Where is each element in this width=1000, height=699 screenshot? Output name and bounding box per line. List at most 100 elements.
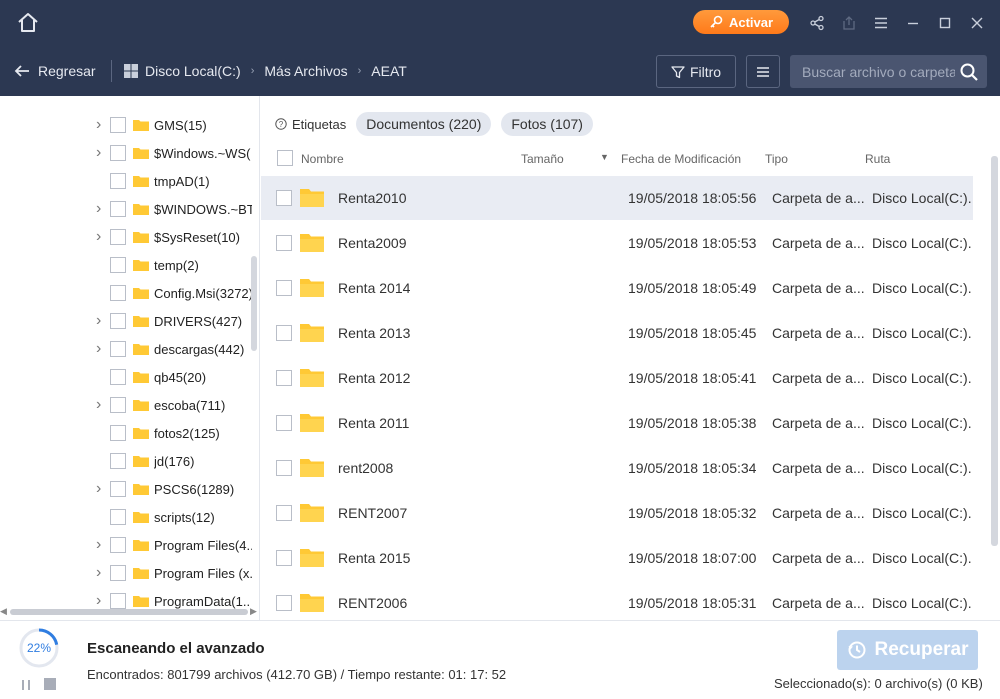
table-row[interactable]: Renta2010 19/05/2018 18:05:56 Carpeta de a… xyxy=(261,176,973,220)
tree-item[interactable]: › $Windows.~WS( xyxy=(0,139,252,167)
tree-horizontal-scrollbar[interactable] xyxy=(10,609,248,615)
sort-desc-icon[interactable]: ▼ xyxy=(600,152,609,162)
column-name[interactable]: Nombre xyxy=(301,152,344,166)
breadcrumb-item-aeat[interactable]: AEAT xyxy=(371,63,407,79)
expand-arrow-icon[interactable]: › xyxy=(96,200,106,218)
tree-item[interactable]: › Program Files (x.. xyxy=(0,559,252,587)
table-row[interactable]: Renta 2014 19/05/2018 18:05:49 Carpeta de … xyxy=(261,266,973,310)
tree-item-checkbox[interactable] xyxy=(110,397,126,413)
tree-item-checkbox[interactable] xyxy=(110,509,126,525)
tree-item-checkbox[interactable] xyxy=(110,201,126,217)
tree-item-checkbox[interactable] xyxy=(110,425,126,441)
home-icon[interactable] xyxy=(14,10,42,36)
scroll-left-arrow-icon[interactable]: ◀ xyxy=(0,606,7,617)
pause-icon[interactable] xyxy=(20,678,32,690)
column-path[interactable]: Ruta xyxy=(865,152,890,166)
table-row[interactable]: Renta2009 19/05/2018 18:05:53 Carpeta de a… xyxy=(261,221,973,265)
tree-item-checkbox[interactable] xyxy=(110,145,126,161)
menu-icon[interactable] xyxy=(870,12,892,34)
tree-item[interactable]: › descargas(442) xyxy=(0,335,252,363)
tree-item-checkbox[interactable] xyxy=(110,173,126,189)
search-input[interactable] xyxy=(790,55,955,88)
row-checkbox[interactable] xyxy=(276,460,292,476)
tree-item-checkbox[interactable] xyxy=(110,593,126,609)
expand-arrow-icon[interactable]: › xyxy=(96,564,106,582)
table-row[interactable]: Renta 2012 19/05/2018 18:05:41 Carpeta de … xyxy=(261,356,973,400)
table-row[interactable]: RENT2006 19/05/2018 18:05:31 Carpeta de a.… xyxy=(261,581,973,625)
expand-arrow-icon[interactable]: › xyxy=(96,340,106,358)
tree-item-checkbox[interactable] xyxy=(110,341,126,357)
tree-item-checkbox[interactable] xyxy=(110,257,126,273)
tree-item[interactable]: tmpAD(1) xyxy=(0,167,252,195)
column-date[interactable]: Fecha de Modificación xyxy=(621,152,741,166)
tree-item-checkbox[interactable] xyxy=(110,313,126,329)
expand-arrow-icon[interactable]: › xyxy=(96,144,106,162)
expand-arrow-icon[interactable]: › xyxy=(96,536,106,554)
tree-vertical-scrollbar[interactable] xyxy=(251,256,257,351)
row-checkbox[interactable] xyxy=(276,550,292,566)
tree-item-checkbox[interactable] xyxy=(110,229,126,245)
table-row[interactable]: rent2008 19/05/2018 18:05:34 Carpeta de a.… xyxy=(261,446,973,490)
select-all-checkbox[interactable] xyxy=(277,150,293,166)
table-row[interactable]: Renta 2015 19/05/2018 18:07:00 Carpeta de … xyxy=(261,536,973,580)
row-checkbox[interactable] xyxy=(276,235,292,251)
row-checkbox[interactable] xyxy=(276,370,292,386)
file-list-scrollbar[interactable] xyxy=(991,156,998,546)
stop-icon[interactable] xyxy=(44,678,56,690)
expand-arrow-icon[interactable]: › xyxy=(96,312,106,330)
close-icon[interactable] xyxy=(966,12,988,34)
minimize-icon[interactable] xyxy=(902,12,924,34)
tree-item-checkbox[interactable] xyxy=(110,481,126,497)
expand-arrow-icon[interactable]: › xyxy=(96,116,106,134)
tree-item[interactable]: › GMS(15) xyxy=(0,111,252,139)
table-row[interactable]: Renta 2013 19/05/2018 18:05:45 Carpeta de … xyxy=(261,311,973,355)
row-checkbox[interactable] xyxy=(276,190,292,206)
table-row[interactable]: RENT2007 19/05/2018 18:05:32 Carpeta de a.… xyxy=(261,491,973,535)
export-icon[interactable] xyxy=(838,12,860,34)
tree-item[interactable]: › $WINDOWS.~BT xyxy=(0,195,252,223)
tree-item[interactable]: qb45(20) xyxy=(0,363,252,391)
tree-item-checkbox[interactable] xyxy=(110,369,126,385)
tag-documents-button[interactable]: Documentos (220) xyxy=(356,112,492,136)
row-type: Carpeta de a... xyxy=(772,190,864,206)
tree-item-checkbox[interactable] xyxy=(110,117,126,133)
expand-arrow-icon[interactable]: › xyxy=(96,480,106,498)
tree-item[interactable]: › escoba(711) xyxy=(0,391,252,419)
view-menu-button[interactable] xyxy=(746,55,780,88)
column-size[interactable]: Tamaño xyxy=(521,152,564,166)
tree-item-checkbox[interactable] xyxy=(110,285,126,301)
tree-item[interactable]: Config.Msi(3272) xyxy=(0,279,252,307)
table-row[interactable]: Renta 2011 19/05/2018 18:05:38 Carpeta de … xyxy=(261,401,973,445)
tag-photos-button[interactable]: Fotos (107) xyxy=(501,112,593,136)
tree-item[interactable]: › DRIVERS(427) xyxy=(0,307,252,335)
expand-arrow-icon[interactable]: › xyxy=(96,228,106,246)
search-icon[interactable] xyxy=(959,62,979,82)
row-checkbox[interactable] xyxy=(276,415,292,431)
activate-button[interactable]: Activar xyxy=(693,10,789,34)
tree-item-checkbox[interactable] xyxy=(110,453,126,469)
share-icon[interactable] xyxy=(806,12,828,34)
breadcrumb-item-more-files[interactable]: Más Archivos xyxy=(264,63,347,79)
tree-item[interactable]: jd(176) xyxy=(0,447,252,475)
breadcrumb-item-drive[interactable]: Disco Local(C:) xyxy=(145,63,241,79)
row-checkbox[interactable] xyxy=(276,325,292,341)
row-checkbox[interactable] xyxy=(276,280,292,296)
tree-item[interactable]: › $SysReset(10) xyxy=(0,223,252,251)
scroll-right-arrow-icon[interactable]: ▶ xyxy=(250,606,257,617)
row-checkbox[interactable] xyxy=(276,505,292,521)
tree-item[interactable]: temp(2) xyxy=(0,251,252,279)
maximize-icon[interactable] xyxy=(934,12,956,34)
back-button[interactable]: Regresar xyxy=(14,61,96,81)
row-checkbox[interactable] xyxy=(276,595,292,611)
expand-arrow-icon[interactable]: › xyxy=(96,396,106,414)
expand-arrow-icon[interactable]: › xyxy=(96,592,106,610)
recover-button[interactable]: Recuperar xyxy=(837,630,978,670)
tree-item[interactable]: scripts(12) xyxy=(0,503,252,531)
tree-item[interactable]: › PSCS6(1289) xyxy=(0,475,252,503)
tree-item-checkbox[interactable] xyxy=(110,537,126,553)
column-type[interactable]: Tipo xyxy=(765,152,788,166)
tree-item-checkbox[interactable] xyxy=(110,565,126,581)
tree-item[interactable]: fotos2(125) xyxy=(0,419,252,447)
filter-button[interactable]: Filtro xyxy=(656,55,736,88)
tree-item[interactable]: › Program Files(4.. xyxy=(0,531,252,559)
